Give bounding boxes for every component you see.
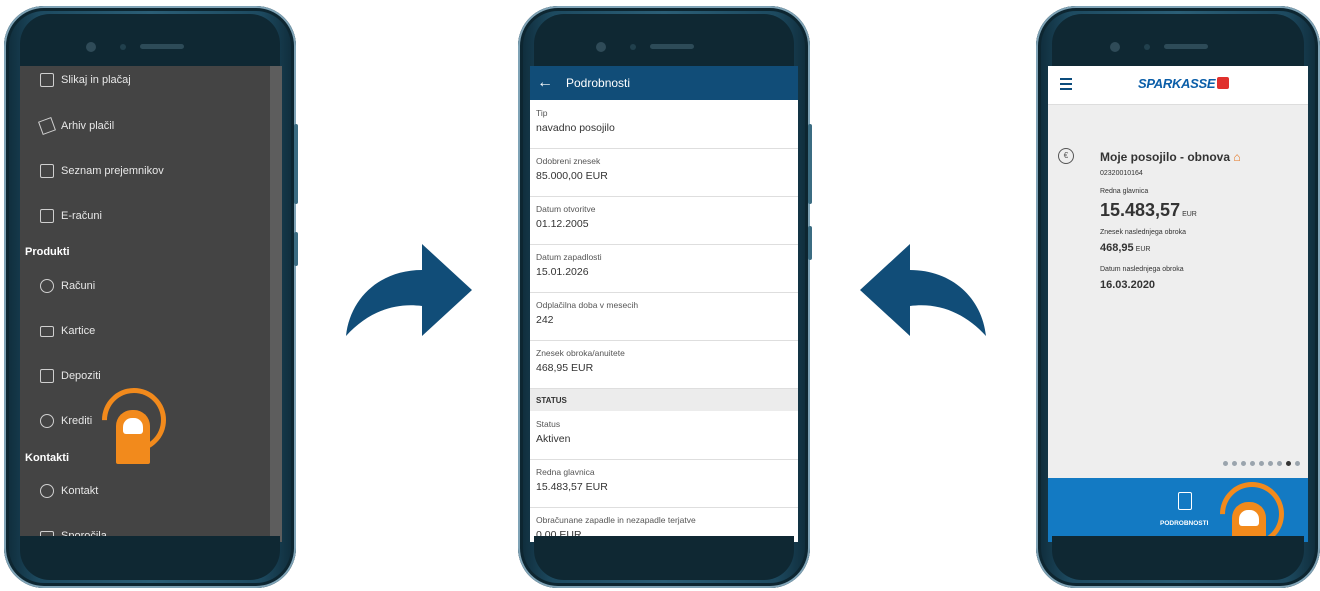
next-date-value: 16.03.2020	[1100, 279, 1156, 291]
detail-row: Odobreni znesek 85.000,00 EUR	[530, 148, 798, 197]
principal-label: Redna glavnica	[1100, 188, 1149, 195]
menu-item-seznam[interactable]: Seznam prejemnikov	[40, 161, 164, 181]
phone-loan-overview: SPARKASSE € Moje posojilo - obnova ⌂ 023…	[1036, 6, 1320, 588]
details-button[interactable]: PODROBNOSTI	[1160, 520, 1208, 527]
navigation-drawer: Slikaj in plačaj Arhiv plačil Seznam pre…	[20, 66, 270, 542]
camera-icon	[40, 73, 54, 87]
next-date-label: Datum naslednjega obroka	[1100, 266, 1184, 273]
back-arrow-icon[interactable]: ←	[530, 74, 560, 92]
hamburger-menu-icon[interactable]	[1060, 78, 1072, 93]
phone-details: ← Podrobnosti Tip navadno posojilo Odobre…	[518, 6, 812, 588]
contacts-icon	[40, 164, 54, 178]
detail-row: Datum otvoritve 01.12.2005	[530, 196, 798, 245]
section-header-status: STATUS	[530, 389, 798, 411]
menu-item-racuni[interactable]: Računi	[40, 276, 95, 296]
phone-icon	[40, 484, 54, 498]
principal-amount: 15.483,57 EUR	[1100, 200, 1197, 220]
tap-indicator	[88, 374, 180, 468]
arrow-right-icon	[346, 244, 472, 336]
detail-row: Odplačilna doba v mesecih 242	[530, 292, 798, 341]
menu-item-depoziti[interactable]: Depoziti	[40, 366, 101, 386]
menu-item-slikaj[interactable]: Slikaj in plačaj	[40, 70, 131, 90]
loan-coin-icon: €	[1058, 148, 1074, 164]
envelope-doc-icon	[40, 209, 54, 223]
send-icon	[38, 117, 56, 135]
section-header-produkti: Produkti	[25, 246, 70, 258]
speaker-grille	[1164, 44, 1208, 49]
next-installment-amount: 468,95 EUR	[1100, 242, 1151, 254]
next-installment-label: Znesek naslednjega obroka	[1100, 229, 1187, 236]
screen: ← Podrobnosti Tip navadno posojilo Odobre…	[530, 66, 798, 542]
house-icon: ⌂	[1233, 150, 1241, 164]
menu-item-kontakt[interactable]: Kontakt	[40, 481, 98, 501]
money-bag-icon	[40, 369, 54, 383]
detail-row: Status Aktiven	[530, 411, 798, 460]
arrow-left-icon	[860, 244, 986, 336]
camera-dot	[1110, 42, 1120, 52]
camera-dot	[596, 42, 606, 52]
speaker-grille	[650, 44, 694, 49]
menu-item-kartice[interactable]: Kartice	[40, 321, 95, 341]
detail-row: Znesek obroka/anuitete 468,95 EUR	[530, 340, 798, 389]
tap-indicator	[1206, 468, 1298, 542]
speaker-grille	[140, 44, 184, 49]
hand-coin-icon	[40, 414, 54, 428]
screen: SPARKASSE € Moje posojilo - obnova ⌂ 023…	[1048, 66, 1308, 542]
detail-row: Tip navadno posojilo	[530, 100, 798, 149]
card-icon	[40, 325, 54, 337]
screen: Slikaj in plačaj Arhiv plačil Seznam pre…	[20, 66, 282, 542]
section-header-kontakti: Kontakti	[25, 452, 69, 464]
loan-title[interactable]: Moje posojilo - obnova ⌂	[1100, 150, 1241, 164]
menu-item-eracuni[interactable]: E-računi	[40, 206, 102, 226]
coins-icon	[40, 279, 54, 293]
menu-item-krediti[interactable]: Krediti	[40, 411, 92, 431]
top-bar: SPARKASSE	[1048, 66, 1308, 105]
document-icon[interactable]	[1178, 492, 1192, 510]
loan-number: 02320010164	[1100, 170, 1143, 177]
page-title: Podrobnosti	[566, 76, 631, 90]
detail-row: Datum zapadlosti 15.01.2026	[530, 244, 798, 293]
camera-dot	[86, 42, 96, 52]
page-indicator[interactable]	[1219, 461, 1300, 466]
detail-row: Redna glavnica 15.483,57 EUR	[530, 459, 798, 508]
menu-item-arhiv[interactable]: Arhiv plačil	[38, 116, 114, 136]
app-bar: ← Podrobnosti	[530, 66, 798, 100]
brand-logo: SPARKASSE	[1138, 76, 1230, 91]
phone-menu: Slikaj in plačaj Arhiv plačil Seznam pre…	[4, 6, 298, 588]
